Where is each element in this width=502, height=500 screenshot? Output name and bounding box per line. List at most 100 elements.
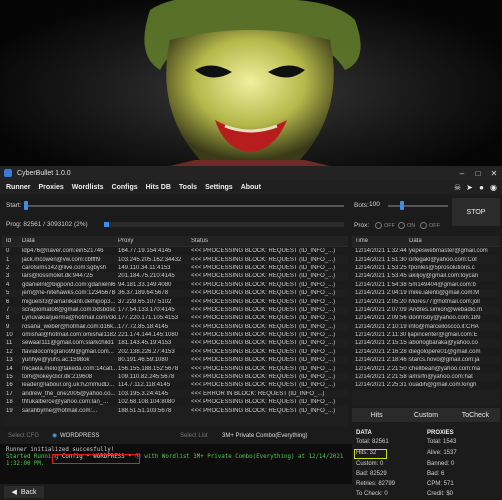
github-icon[interactable]: ● xyxy=(477,183,486,192)
table-row[interactable]: 10 omishal@hotmail.com:omishal1182 221.174… xyxy=(2,330,348,340)
hits-row[interactable]: 12/14/2021 2:07:09 PMAndres.simion@webad… xyxy=(352,306,500,314)
table-row[interactable]: 7 scrapiomato8@gmail.com:bdsbdsc 177.54.13… xyxy=(2,306,348,314)
cfg-value: WORDPRESS xyxy=(60,433,100,439)
start-slider-track[interactable] xyxy=(24,205,344,207)
hits-row[interactable]: 12/14/2021 2:05:20 PMMores77@hotmail.com… xyxy=(352,297,500,306)
row-id: 5 xyxy=(6,290,10,297)
row-id: 12 xyxy=(6,348,13,355)
row-proxy: 188.51.51.103:5678 xyxy=(118,407,172,414)
hit-data: aborlogbaraka@yahoo.co xyxy=(409,340,478,347)
table-row[interactable]: 9 rosana_weber@hotmail.com:d16k... 177.72.… xyxy=(2,323,348,331)
row-data: leader@labour.org.uk:hZmmudD... xyxy=(22,382,115,389)
row-id: 16 xyxy=(6,382,13,389)
menu-runner[interactable]: Runner xyxy=(0,184,35,191)
prox-label: Prox: xyxy=(354,222,370,229)
bots-slider-thumb[interactable] xyxy=(400,201,404,210)
col-id[interactable]: Id xyxy=(2,238,22,244)
table-row[interactable]: 18 thfukalberce@yahoo.com:lan_... 102.68.1… xyxy=(2,398,348,407)
proxies-stats-header: PROXIES xyxy=(427,430,454,436)
table-row[interactable]: 19 sarahbyrne@hotmail.com:... 188.51.51.10… xyxy=(2,406,348,414)
col-proxy[interactable]: Proxy xyxy=(118,238,191,244)
back-button[interactable]: ◀ Back xyxy=(4,486,44,498)
prox-radio-on[interactable] xyxy=(398,222,405,229)
bots-slider-track[interactable] xyxy=(388,205,448,207)
prox-radio-off-label: OFF xyxy=(384,223,395,229)
prox-radio-off-2[interactable] xyxy=(420,222,427,229)
hits-row[interactable]: 12/14/2021 2:21:58 PMamsrfn@yahoo.com:ha… xyxy=(352,373,500,381)
arrow-left-icon: ◀ xyxy=(11,489,17,496)
table-row[interactable]: 5 jerri@ne-nitehawks.com:1234567B 36.37.18… xyxy=(2,289,348,297)
table-row[interactable]: 12 flavialocomigrano99@gmail.com... 202.13… xyxy=(2,347,348,357)
hits-row[interactable]: 12/14/2021 1:53:45 PMakiljoy@gmail.com:l… xyxy=(352,272,500,280)
row-proxy: 202.138.226.27:4153 xyxy=(118,348,175,355)
table-row[interactable]: 3 lars@lossmolet.dk:944725 201.184.75.210:… xyxy=(2,272,348,280)
table-row[interactable]: 16 leader@labour.org.uk:hZmmudD... 114.7.1… xyxy=(2,381,348,390)
minimize-icon[interactable]: – xyxy=(454,166,470,180)
table-row[interactable]: 14 micaela.melo@takeda.com:14calt... 156.1… xyxy=(2,364,348,373)
row-status: <<< PROCESSING BLOCK: REQUEST (ID_INFO_.… xyxy=(191,306,336,313)
config-row: Select CFG ◉ WORDPRESS Select List 3M+ P… xyxy=(0,430,352,442)
row-proxy: 103.245.205.162:34432 xyxy=(118,256,182,263)
hits-row[interactable]: 12/14/2021 2:10:19 PMinfo@marcelloscco.i… xyxy=(352,323,500,331)
hits-row[interactable]: 12/14/2021 1:53:25 PMfponles@5prosolutio… xyxy=(352,263,500,273)
maximize-icon[interactable]: □ xyxy=(470,166,486,180)
hits-row[interactable]: 12/14/2021 1:54:38 PM5m149404@gmail.com:… xyxy=(352,280,500,289)
row-data: Lynuvakia/juerma@hotmail.com/ckl... xyxy=(22,315,118,322)
col-status[interactable]: Status xyxy=(191,238,348,244)
proxy-credit: Credit: $0 xyxy=(427,491,454,497)
prox-radio-off-2-label: OFF xyxy=(429,223,440,229)
hits-row[interactable]: 12/14/2021 2:18:46 PMstarcs.novo@gmail.c… xyxy=(352,356,500,364)
table-row[interactable]: 13 yunhye@yuhs.ac:1598ok 80.191.46.59:1080… xyxy=(2,356,348,364)
stat-retries: Retries: 82799 xyxy=(356,481,396,487)
select-list-button[interactable]: Select List xyxy=(180,433,208,439)
hits-row[interactable]: 12/14/2021 1:32:44 PMyepeswebmaster@gmai… xyxy=(352,247,500,256)
row-id: 15 xyxy=(6,374,13,381)
table-row[interactable]: 4 gdanielnl@bigpond.com:gdanielnl6 94.181.… xyxy=(2,280,348,289)
hit-time: 12/14/2021 2:25:31 PM xyxy=(355,382,409,389)
skull-icon[interactable]: ☠ xyxy=(453,183,462,192)
table-body: 0 ldp476@naver.com:ein521746 164.77.19.154… xyxy=(2,247,348,415)
hits-row[interactable]: 12/14/2021 1:51:30 PMortegakl@yahoo.com:… xyxy=(352,255,500,263)
hits-row[interactable]: 12/14/2021 2:15:15 PMaborlogbaraka@yahoo… xyxy=(352,339,500,347)
camera-icon[interactable]: ◉ xyxy=(489,183,498,192)
tab-tocheck[interactable]: ToCheck xyxy=(451,408,500,422)
hits-row[interactable]: 12/14/2021 2:09:56 PMdonfrisby@yahoo.com… xyxy=(352,314,500,323)
menu-proxies[interactable]: Proxies xyxy=(35,184,68,191)
hits-row[interactable]: 12/14/2021 2:16:28 PMdiegolopere01@gmail… xyxy=(352,347,500,357)
col-time[interactable]: Time xyxy=(352,238,409,244)
close-icon[interactable]: ✕ xyxy=(486,166,502,180)
row-data: rosana_weber@hotmail.com:d16k... xyxy=(22,323,118,330)
stop-button[interactable]: STOP xyxy=(452,198,500,226)
col-hit-data[interactable]: Data xyxy=(409,238,500,244)
start-slider-thumb[interactable] xyxy=(24,201,28,210)
select-cfg-button[interactable]: Select CFG xyxy=(8,433,39,439)
hits-row[interactable]: 12/14/2021 2:21:50 PMchellbean@yahoo.com… xyxy=(352,364,500,373)
table-row[interactable]: 8 Lynuvakia/juerma@hotmail.com/ckl... 177.… xyxy=(2,314,348,323)
send-icon[interactable]: ➤ xyxy=(465,183,474,192)
menu-tools[interactable]: Tools xyxy=(175,184,201,191)
table-row[interactable]: 0 ldp476@naver.com:ein521746 164.77.19.154… xyxy=(2,247,348,256)
menu-settings[interactable]: Settings xyxy=(201,184,237,191)
hits-row[interactable]: 12/14/2021 2:04:19 PMmike.ialenti@gmail.… xyxy=(352,289,500,297)
tab-hits[interactable]: Hits xyxy=(352,408,401,422)
prox-radio-off[interactable] xyxy=(375,222,382,229)
row-id: 11 xyxy=(6,340,13,347)
table-row[interactable]: 15 tom@lokeyclicr.dk:219608 109.110.82.245… xyxy=(2,373,348,381)
menu-configs[interactable]: Configs xyxy=(108,184,142,191)
table-row[interactable]: 1 jack.mcowen@vw.com:cbffff9 103.245.205.1… xyxy=(2,255,348,263)
tab-custom[interactable]: Custom xyxy=(401,408,450,422)
table-row[interactable]: 11 sewaar111@gmail.com:slarkchild1 181.143… xyxy=(2,339,348,347)
row-data: andrew_the_one2005@yahoo.co... xyxy=(22,390,116,397)
bots-input[interactable]: 100 xyxy=(369,201,386,211)
menu-wordlists[interactable]: Wordlists xyxy=(68,184,108,191)
col-data[interactable]: Data xyxy=(22,238,118,244)
table-row[interactable]: 2 carolsims142@live.com:sgbysh 149.110.34.… xyxy=(2,263,348,273)
menu-about[interactable]: About xyxy=(237,184,265,191)
hits-row[interactable]: 12/14/2021 2:25:31 PMouadih@gmail.com:ki… xyxy=(352,381,500,390)
row-status: <<< PROCESSING BLOCK: REQUEST (ID_INFO_.… xyxy=(191,332,336,339)
table-row[interactable]: 17 andrew_the_one2005@yahoo.co... 103.195.… xyxy=(2,390,348,398)
row-status: <<< PROCESSING BLOCK: REQUEST (ID_INFO_.… xyxy=(191,407,336,414)
menu-hits-db[interactable]: Hits DB xyxy=(142,184,175,191)
table-row[interactable]: 6 miguelsf3@amanikanti.delhipop3... 37.228… xyxy=(2,297,348,306)
hits-row[interactable]: 12/14/2021 2:11:30 PMjapincenter@gmail.c… xyxy=(352,330,500,340)
